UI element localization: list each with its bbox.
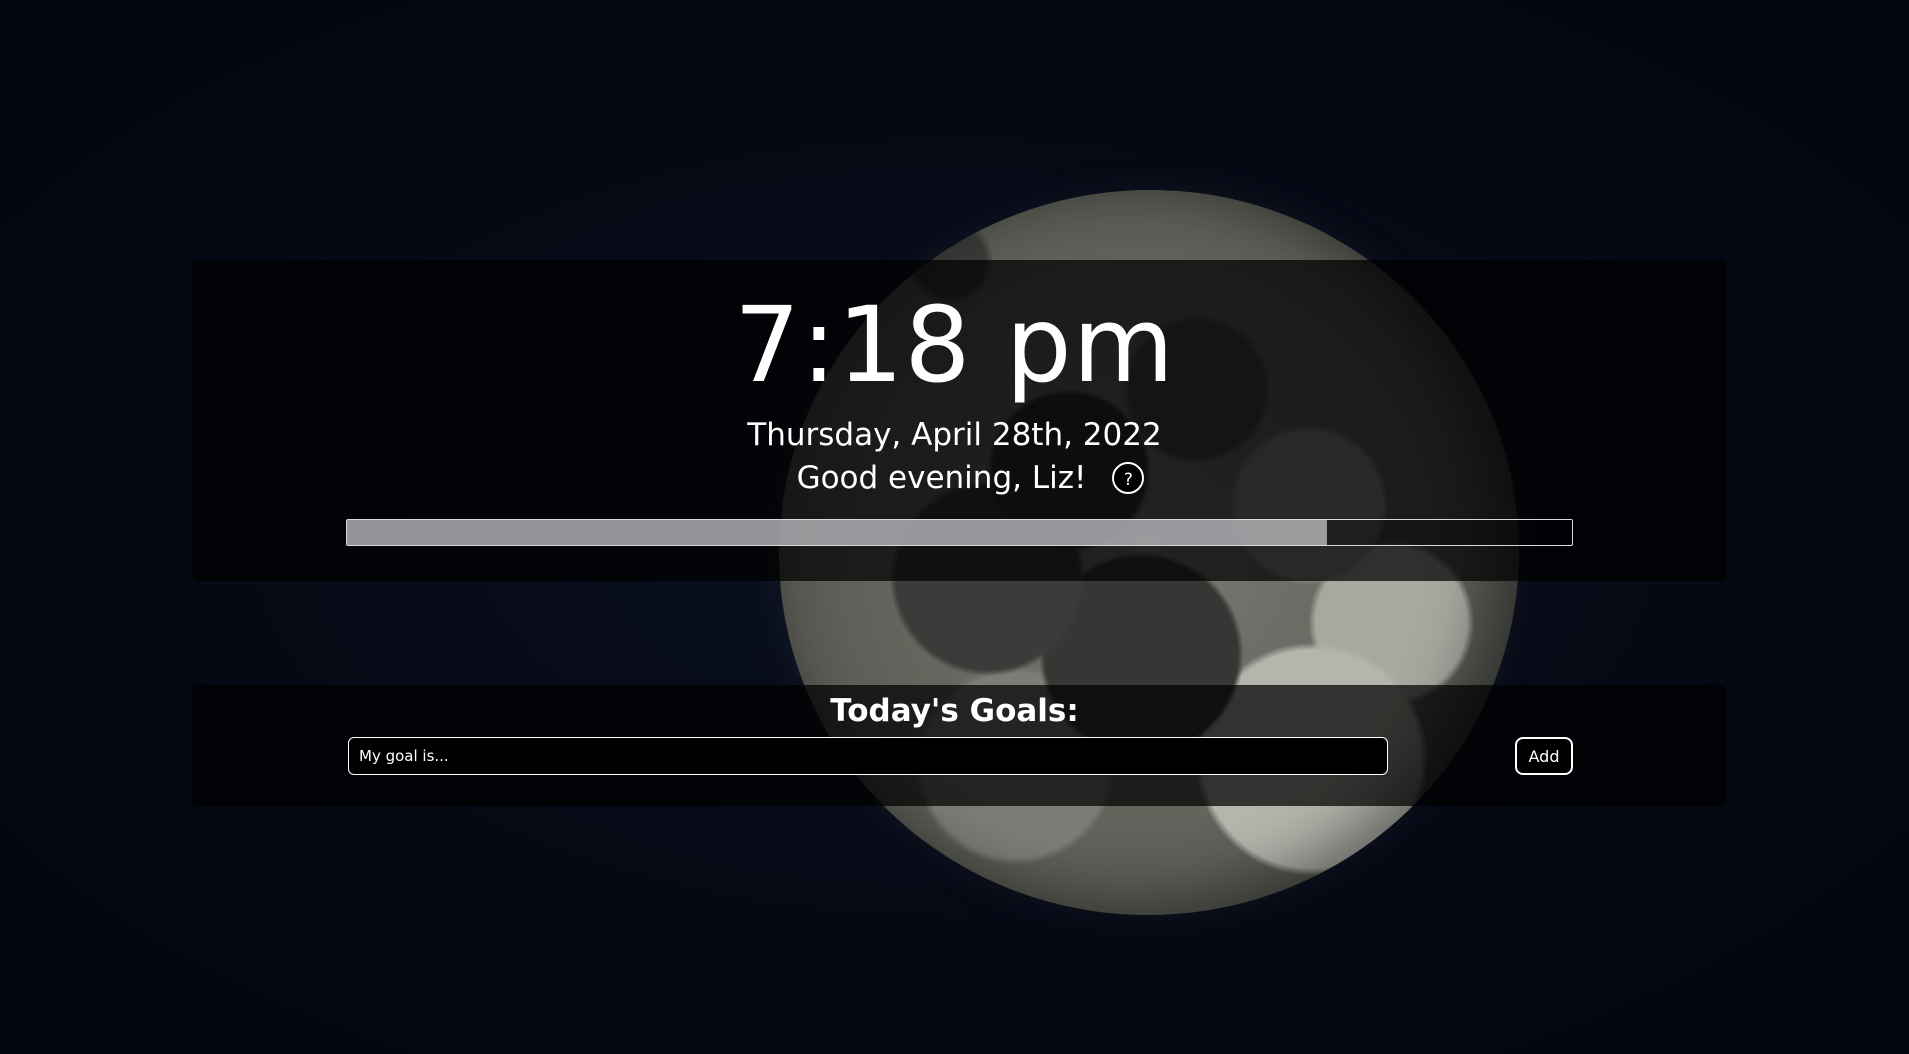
add-goal-button[interactable]: Add	[1515, 737, 1573, 775]
greeting-row: Good evening, Liz! ?	[0, 456, 1909, 500]
greeting-text: Good evening, Liz!	[796, 460, 1087, 496]
current-date: Thursday, April 28th, 2022	[747, 417, 1162, 453]
help-button[interactable]: ?	[1112, 462, 1145, 494]
clock-time: 7:18 pm	[734, 284, 1175, 406]
day-progress-bar	[346, 519, 1573, 546]
goals-title: Today's Goals:	[830, 693, 1079, 729]
day-progress-fill	[347, 520, 1327, 545]
goal-input[interactable]	[348, 737, 1388, 775]
